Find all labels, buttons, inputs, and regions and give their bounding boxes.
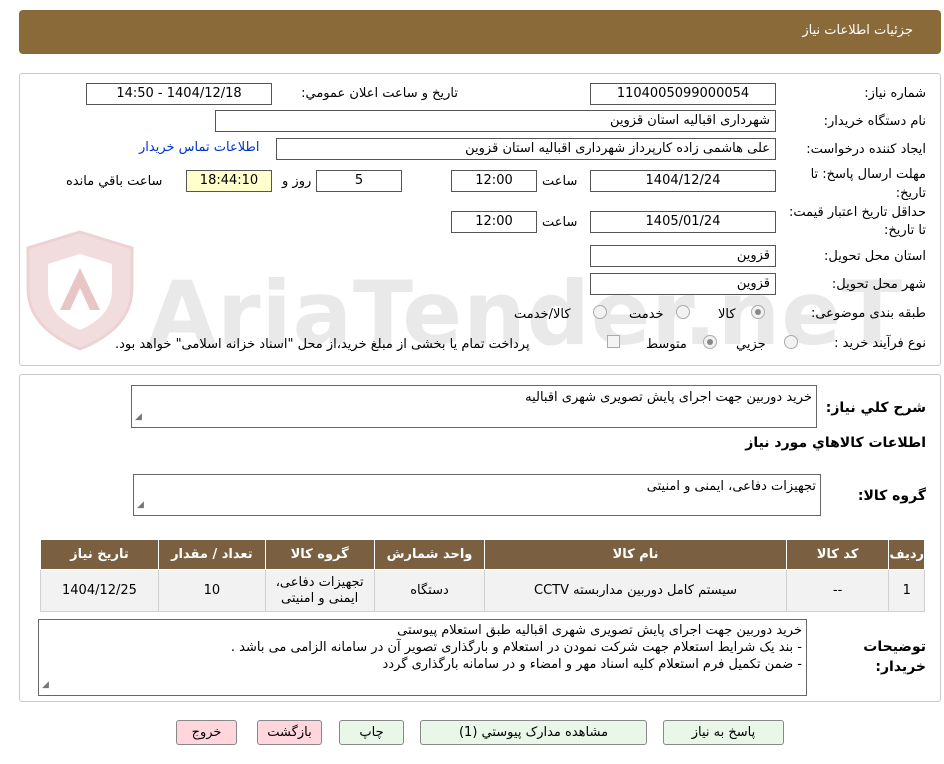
resize-grip-icon[interactable]: ◢ (42, 677, 49, 694)
remaining-label: ساعت باقي مانده (66, 174, 163, 189)
back-button[interactable]: بازگشت (257, 720, 322, 745)
resize-grip-icon[interactable]: ◢ (137, 497, 144, 514)
reply-time-field: 12:00 (451, 170, 537, 192)
creator-field: علی هاشمی زاده کارپرداز شهرداری اقبالیه … (276, 138, 776, 160)
announce-field: 1404/12/18 - 14:50 (86, 83, 272, 105)
validity-time-field: 12:00 (451, 211, 537, 233)
validity-date-field: 1405/01/24 (590, 211, 776, 233)
province-label: استان محل تحویل: (824, 249, 926, 264)
buyer-notes-line-2: - بند یک شرایط استعلام جهت شرکت نمودن در… (230, 640, 802, 655)
buyer-notes-field: خرید دوربین جهت اجرای پایش تصویری شهری ا… (38, 619, 807, 696)
category-radio-service[interactable] (676, 305, 690, 319)
col-unit: واحد شمارش (373, 539, 486, 570)
category-option-service: خدمت (629, 307, 664, 322)
treasury-payment-note: پرداخت تمام یا بخشی از مبلغ خرید،از محل … (115, 337, 530, 352)
process-option-medium: متوسط (646, 337, 687, 352)
page-header: جزئیات اطلاعات نیاز (19, 10, 941, 54)
buyer-notes-label: توضیحات خریدار: (863, 639, 926, 675)
cell-unit: دستگاه (373, 569, 486, 612)
process-label: نوع فرآیند خرید : (834, 336, 926, 351)
watermark-logo-icon (20, 228, 140, 353)
category-label: طبقه بندی موضوعی: (810, 306, 926, 321)
need-number-label: شماره نیاز: (864, 86, 926, 101)
cell-item-group: تجهیزات دفاعی، ایمنی و امنیتی (264, 569, 375, 612)
buyer-contact-link[interactable]: اطلاعات تماس خریدار (139, 140, 259, 155)
buyer-notes-line-3: - ضمن تکمیل فرم استعلام کلیه اسناد مهر و… (382, 657, 803, 672)
category-option-both: کالا/خدمت (514, 307, 571, 322)
process-option-small: جزیي (736, 337, 766, 352)
validity-time-label: ساعت (542, 215, 578, 230)
need-number-field: 1104005099000054 (590, 83, 776, 105)
cell-row-number: 1 (888, 569, 925, 612)
days-label: روز و (282, 174, 312, 189)
view-attachments-button[interactable]: مشاهده مدارک پیوستي (1) (420, 720, 647, 745)
province-field: قزوین (590, 245, 776, 267)
announce-label: تاریخ و ساعت اعلان عمومي: (301, 86, 458, 101)
print-button[interactable]: چاپ (339, 720, 404, 745)
description-field: خرید دوربین جهت اجرای پایش تصویری شهری ا… (131, 385, 817, 428)
buyer-notes-line-1: خرید دوربین جهت اجرای پایش تصویری شهری ا… (397, 623, 802, 638)
goods-group-text: تجهیزات دفاعی، ایمنی و امنیتی (646, 479, 816, 494)
remaining-time-field: 18:44:10 (186, 170, 272, 192)
category-option-goods: کالا (718, 307, 736, 322)
cell-need-date: 1404/12/25 (40, 569, 159, 612)
col-row-number: ردیف (888, 539, 925, 570)
category-radio-goods[interactable] (751, 305, 765, 319)
col-quantity: تعداد / مقدار (157, 539, 266, 570)
process-radio-medium[interactable] (703, 335, 717, 349)
category-radio-both[interactable] (593, 305, 607, 319)
col-need-date: تاریخ نیاز (40, 539, 159, 570)
reply-date-field: 1404/12/24 (590, 170, 776, 192)
col-item-name: نام کالا (484, 539, 787, 570)
cell-item-name: سیستم کامل دوربین مداربسته CCTV (484, 569, 787, 612)
resize-grip-icon[interactable]: ◢ (135, 409, 142, 426)
exit-button[interactable]: خروج (176, 720, 237, 745)
reply-time-label: ساعت (542, 174, 578, 189)
buyer-field: شهرداری اقبالیه استان قزوین (215, 110, 776, 132)
items-table: ردیف کد کالا نام کالا واحد شمارش گروه کا… (40, 539, 925, 612)
cell-item-code: -- (785, 569, 890, 612)
description-label: شرح کلي نیاز: (825, 400, 926, 416)
creator-label: ایجاد کننده درخواست: (806, 142, 926, 157)
cell-quantity: 10 (157, 569, 266, 612)
goods-group-field: تجهیزات دفاعی، ایمنی و امنیتی ◢ (133, 474, 821, 516)
page-title: جزئیات اطلاعات نیاز (802, 23, 913, 38)
table-header-row: ردیف کد کالا نام کالا واحد شمارش گروه کا… (40, 539, 925, 570)
city-label: شهر محل تحویل: (831, 277, 926, 292)
goods-group-label: گروه کالا: (857, 488, 926, 504)
days-field: 5 (316, 170, 402, 192)
table-row: 1 -- سیستم کامل دوربین مداربسته CCTV دست… (40, 569, 925, 612)
buyer-label: نام دستگاه خریدار: (823, 114, 926, 129)
process-radio-small[interactable] (784, 335, 798, 349)
col-item-group: گروه کالا (264, 539, 375, 570)
items-section-title: اطلاعات کالاهاي مورد نیاز (745, 435, 926, 451)
treasury-payment-checkbox[interactable] (607, 335, 620, 348)
reply-deadline-label: مهلت ارسال پاسخ: تا تاریخ: (810, 167, 926, 201)
city-field: قزوین (590, 273, 776, 295)
validity-label: حداقل تاریخ اعتبار قیمت: تا تاریخ: (788, 205, 926, 238)
reply-to-need-button[interactable]: پاسخ به نیاز (663, 720, 784, 745)
description-text: خرید دوربین جهت اجرای پایش تصویری شهری ا… (525, 390, 812, 405)
col-item-code: کد کالا (785, 539, 890, 570)
